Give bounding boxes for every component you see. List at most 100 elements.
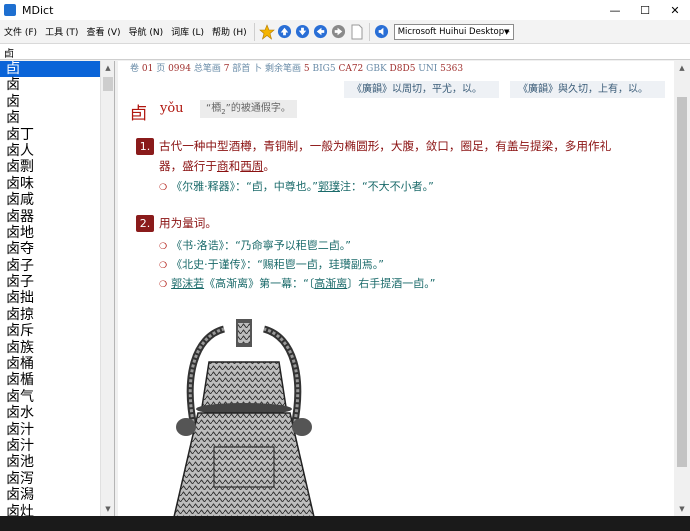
word-list-item[interactable]: 卤掠 xyxy=(0,307,100,323)
link-shang[interactable]: 商 xyxy=(217,159,229,173)
taskbar-strip xyxy=(0,516,690,531)
meta-label: 部首 卜 剩余笔画 xyxy=(229,64,304,74)
meta-unicode: 5363 xyxy=(440,64,464,74)
menu-view[interactable]: 查看 (V) xyxy=(82,25,124,38)
sense-1-definition-line-2: 器，盛行于商和西周。 xyxy=(159,156,275,176)
menu-file[interactable]: 文件 (F) xyxy=(0,25,41,38)
word-list-item[interactable]: 卤咸 xyxy=(0,192,100,208)
scroll-thumb[interactable] xyxy=(103,77,113,91)
word-list-item[interactable]: 卤地 xyxy=(0,225,100,241)
link-xizhou[interactable]: 西周 xyxy=(240,159,263,173)
bronze-you-vessel-illustration xyxy=(173,319,315,516)
entry-content: 卷 01 页 0994 总笔画 7 部首 卜 剩余笔画 5 BIG5 CA72 … xyxy=(118,61,674,516)
word-list-item[interactable]: 卤丁 xyxy=(0,127,100,143)
menu-toolbar: 文件 (F) 工具 (T) 查看 (V) 导航 (N) 词库 (L) 帮助 (H… xyxy=(0,20,690,44)
star-icon[interactable] xyxy=(258,23,275,40)
menu-navigate[interactable]: 导航 (N) xyxy=(125,25,168,38)
example-text: 《书·洛诰》：“乃命寧予以秬鬯二卣。” xyxy=(171,239,351,252)
page-icon[interactable] xyxy=(349,24,365,40)
sense-2-definition: 用为量词。 xyxy=(159,216,217,230)
def-text: 。 xyxy=(263,159,276,173)
example-text: 《北史·于谨传》：“赐秬鬯一卣，珪瓚副焉。” xyxy=(171,258,384,271)
meta-label: 卷 xyxy=(130,64,142,74)
minimize-button[interactable]: — xyxy=(600,0,630,20)
jiajie-char: 槱 xyxy=(211,103,222,114)
link-gaojianli[interactable]: 高渐离 xyxy=(314,277,347,290)
word-list-item[interactable]: 卤族 xyxy=(0,340,100,356)
word-list-item[interactable]: 卤汁 xyxy=(0,438,100,454)
word-list: 卣卤卤卤卤丁 卤人 卤剽 卤味 卤咸 卤器 卤地 卤夺 卤子 卤子 卤拙 卤掠 卤斥 卤族 卤桶 卤楯 卤气 卤水… xyxy=(0,61,100,516)
def-text: 器，盛行于 xyxy=(159,159,217,173)
word-list-item[interactable]: 卤器 xyxy=(0,209,100,225)
example-quote: “卣，中尊也。” xyxy=(246,180,318,193)
word-list-item[interactable]: 卤子 xyxy=(0,274,100,290)
arrow-down-icon[interactable] xyxy=(295,24,311,40)
example-text: 〕右手提酒一卣。” xyxy=(347,277,436,290)
word-list-item[interactable]: 卤水 xyxy=(0,405,100,421)
word-list-item[interactable]: 卤剽 xyxy=(0,159,100,175)
menu-library[interactable]: 词库 (L) xyxy=(167,25,208,38)
guangyun-reading-2: 《廣韻》與久切，上有，以。 xyxy=(510,81,665,98)
arrow-up-icon[interactable] xyxy=(277,24,293,40)
word-list-item[interactable]: 卤 xyxy=(0,77,100,93)
word-list-panel: 卣卤卤卤卤丁 卤人 卤剽 卤味 卤咸 卤器 卤地 卤夺 卤子 卤子 卤拙 卤掠 卤斥 卤族 卤桶 卤楯 卤气 卤水… xyxy=(0,61,115,516)
speaker-icon[interactable] xyxy=(374,24,390,40)
bullet-icon: ❍ xyxy=(159,280,168,290)
headword: 卣 xyxy=(130,104,147,124)
scroll-up-icon[interactable]: ▲ xyxy=(674,61,690,75)
word-list-item[interactable]: 卤桶 xyxy=(0,356,100,372)
link-guomoruo[interactable]: 郭沫若 xyxy=(171,277,204,290)
word-list-item[interactable]: 卤灶 xyxy=(0,504,100,516)
sense-1-definition-line-1: 古代一种中型酒樽，青铜制，一般为椭圆形，大腹，敛口，圈足，有盖与提梁，多用作礼 xyxy=(159,139,612,153)
arrow-right-icon[interactable] xyxy=(331,24,347,40)
content-scrollbar[interactable]: ▲ ▼ xyxy=(674,61,690,516)
maximize-button[interactable]: ☐ xyxy=(630,0,660,20)
scroll-thumb[interactable] xyxy=(677,97,687,467)
search-row xyxy=(0,44,690,60)
scroll-down-icon[interactable]: ▼ xyxy=(101,502,114,516)
word-list-item[interactable]: 卤夺 xyxy=(0,241,100,257)
word-list-item[interactable]: 卤楯 xyxy=(0,372,100,388)
menu-tools[interactable]: 工具 (T) xyxy=(41,25,82,38)
jiajie-note: “槱2”的被通假字。 xyxy=(200,100,297,118)
meta-label: 总笔画 xyxy=(190,64,224,74)
word-list-item[interactable]: 卤池 xyxy=(0,454,100,470)
link-guopu[interactable]: 郭璞 xyxy=(318,180,340,193)
word-list-item[interactable]: 卤泻 xyxy=(0,471,100,487)
def-text: 和 xyxy=(228,159,241,173)
menu-help[interactable]: 帮助 (H) xyxy=(208,25,251,38)
word-list-scrollbar[interactable]: ▲ ▼ xyxy=(100,61,114,516)
word-list-item[interactable]: 卤 xyxy=(0,110,100,126)
mdict-logo-icon xyxy=(4,4,16,16)
meta-label: GBK xyxy=(363,64,390,74)
word-list-item[interactable]: 卤拙 xyxy=(0,290,100,306)
meta-label: UNI xyxy=(415,64,441,74)
search-input[interactable] xyxy=(4,45,686,59)
example-line: ❍ 《北史·于谨传》：“赐秬鬯一卣，珪瓚副焉。” xyxy=(159,258,384,273)
word-list-item[interactable]: 卤气 xyxy=(0,389,100,405)
word-list-item[interactable]: 卤味 xyxy=(0,176,100,192)
voice-select-value: Microsoft Huihui Desktop - C xyxy=(397,26,514,37)
close-button[interactable]: ✕ xyxy=(660,0,690,20)
window-controls: — ☐ ✕ xyxy=(600,0,690,20)
chevron-down-icon[interactable]: ▼ xyxy=(502,26,512,38)
toolbar-separator xyxy=(368,22,370,41)
voice-select[interactable]: Microsoft Huihui Desktop - C ▼ xyxy=(393,23,514,40)
sense-number-2: 2. xyxy=(136,215,154,232)
bullet-icon: ❍ xyxy=(159,261,168,271)
meta-label: BIG5 xyxy=(309,64,339,74)
scroll-down-icon[interactable]: ▼ xyxy=(674,502,690,516)
scroll-up-icon[interactable]: ▲ xyxy=(101,61,114,75)
example-tail: 注：“不大不小者。” xyxy=(339,180,434,193)
word-list-item[interactable]: 卤 xyxy=(0,94,100,110)
arrow-left-icon[interactable] xyxy=(313,24,329,40)
example-source: 《尔雅·释器》： xyxy=(171,180,247,193)
word-list-item[interactable]: 卤子 xyxy=(0,258,100,274)
word-list-item[interactable]: 卤潟 xyxy=(0,487,100,503)
meta-page: 0994 xyxy=(168,64,191,74)
word-list-item[interactable]: 卤斥 xyxy=(0,323,100,339)
word-list-item[interactable]: 卤人 xyxy=(0,143,100,159)
entry-meta-line: 卷 01 页 0994 总笔画 7 部首 卜 剩余笔画 5 BIG5 CA72 … xyxy=(130,61,463,74)
word-list-item[interactable]: 卤汁 xyxy=(0,422,100,438)
word-list-item[interactable]: 卣 xyxy=(0,61,100,78)
